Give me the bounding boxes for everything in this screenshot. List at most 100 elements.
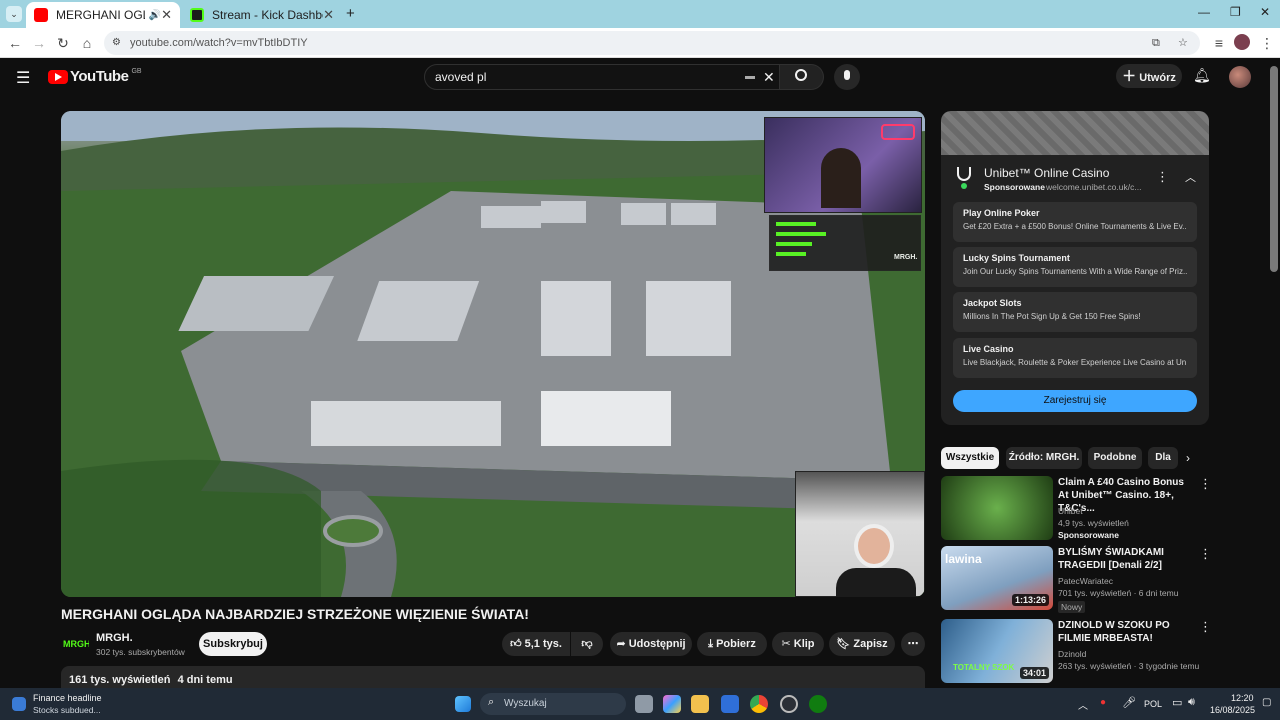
clock-time[interactable]: 12:20 xyxy=(1231,693,1254,703)
app-icon[interactable] xyxy=(780,695,798,713)
reload-icon[interactable]: ↻ xyxy=(54,34,72,52)
show-hidden-icons-chevron[interactable]: ︿ xyxy=(1078,697,1088,712)
taskbar-search-box[interactable]: ⌕ Wyszukaj xyxy=(480,693,626,715)
chip-for-you[interactable]: Dla xyxy=(1148,447,1178,469)
file-explorer-icon[interactable] xyxy=(691,695,709,713)
ad-cta-button[interactable]: Zarejestruj się xyxy=(953,390,1197,412)
chrome-icon[interactable] xyxy=(750,695,768,713)
chip-from-channel[interactable]: Źródło: MRGH. xyxy=(1006,447,1082,469)
clip-button[interactable]: ✂ Klip xyxy=(772,632,824,656)
minimize-button[interactable]: — xyxy=(1198,5,1210,19)
save-button[interactable]: 🔖︎ Zapisz xyxy=(829,632,895,656)
tab-kick[interactable]: Stream - Kick Dashboard ✕ xyxy=(182,2,342,28)
chips-next-chevron-icon[interactable]: › xyxy=(1186,451,1190,465)
speaker-icon: 🔊 xyxy=(148,9,162,21)
clear-search-icon[interactable]: ✕ xyxy=(763,65,775,89)
microphone-icon xyxy=(844,70,850,80)
sponsored-ad-panel[interactable]: Unibet™ Online Casino Sponsorowane welco… xyxy=(941,111,1209,425)
download-button[interactable]: ⤓ Pobierz xyxy=(697,632,767,656)
sponsored-badge: Sponsorowane xyxy=(1058,530,1119,540)
keyboard-icon[interactable]: ▬ xyxy=(745,65,755,89)
tab-strip: ⌄ MERGHANI OGLĄDA NAJBARDZ 🔊 ✕ Stream - … xyxy=(0,0,1280,28)
hamburger-menu-icon[interactable]: ☰ xyxy=(16,68,30,88)
close-tab-icon[interactable]: ✕ xyxy=(323,7,334,23)
media-controls-icon[interactable]: ≡ xyxy=(1210,34,1228,52)
widget-title[interactable]: Finance headline xyxy=(33,693,102,703)
back-arrow-icon[interactable]: ← xyxy=(6,34,24,52)
network-icon[interactable]: ▭ xyxy=(1172,696,1182,709)
channel-name[interactable]: MRGH. xyxy=(96,632,133,644)
recommendation-views: 701 tys. wyświetleń · 6 dni temu xyxy=(1058,588,1179,598)
neon-sign xyxy=(881,124,915,140)
notifications-icon[interactable]: ▢ xyxy=(1262,697,1271,708)
scissors-icon: ✂ xyxy=(781,638,791,650)
search-input[interactable]: avoved pl ▬ ✕ xyxy=(424,64,780,90)
tab-search-button[interactable]: ⌄ xyxy=(6,6,22,22)
video-thumbnail[interactable]: lawina 1:13:26 xyxy=(941,546,1053,610)
store-icon[interactable] xyxy=(721,695,739,713)
youtube-logo[interactable]: YouTube GB xyxy=(48,68,142,85)
voice-search-button[interactable] xyxy=(834,64,860,90)
search-button[interactable] xyxy=(780,64,824,90)
home-icon[interactable]: ⌂ xyxy=(78,34,96,52)
copilot-icon[interactable] xyxy=(663,695,681,713)
subscribe-button[interactable]: Subskrybuj xyxy=(199,632,267,656)
recommendation-item[interactable]: TOTALNY SZOK 34:01 DZINOLD W SZOKU PO FI… xyxy=(941,619,1212,683)
ad-sitelink[interactable]: Play Online Poker Get £20 Extra + a £500… xyxy=(953,202,1197,242)
microphone-tray-icon[interactable]: 🎤︎ xyxy=(1122,696,1136,709)
create-button[interactable]: ＋ Utwórz xyxy=(1116,64,1182,88)
forward-arrow-icon[interactable]: → xyxy=(30,34,48,52)
clock-date[interactable]: 16/08/2025 xyxy=(1210,705,1255,715)
video-player[interactable]: MRGH. xyxy=(61,111,925,597)
volume-icon[interactable]: 🔊︎ xyxy=(1188,696,1195,709)
ad-menu-icon[interactable]: ⋮ xyxy=(1156,169,1169,185)
close-tab-icon[interactable]: ✕ xyxy=(161,7,172,23)
item-menu-icon[interactable]: ⋮ xyxy=(1199,476,1212,492)
profile-avatar[interactable] xyxy=(1234,34,1250,50)
ad-sitelink[interactable]: Jackpot Slots Millions In The Pot Sign U… xyxy=(953,292,1197,332)
maximize-button[interactable]: ❐ xyxy=(1230,5,1241,19)
recommendation-title[interactable]: DZINOLD W SZOKU PO FILMIE MRBEASTA! xyxy=(1058,619,1188,645)
recommendation-title[interactable]: BYLIŚMY ŚWIADKAMI TRAGEDII [Denali 2/2] xyxy=(1058,546,1188,572)
collapse-chevron-icon[interactable]: ︿ xyxy=(1185,169,1196,185)
channel-avatar[interactable]: MRGH xyxy=(61,632,91,654)
install-icon[interactable]: ⧉ xyxy=(1152,31,1160,55)
site-info-icon[interactable]: ⚙ xyxy=(112,31,121,55)
thumbs-down-icon: 👎︎ xyxy=(581,638,593,650)
task-view-icon[interactable] xyxy=(635,695,653,713)
ad-sitelink[interactable]: Live Casino Live Blackjack, Roulette & P… xyxy=(953,338,1197,378)
item-menu-icon[interactable]: ⋮ xyxy=(1199,546,1212,562)
more-actions-button[interactable]: ⋯ xyxy=(901,632,925,656)
ad-sitelink[interactable]: Lucky Spins Tournament Join Our Lucky Sp… xyxy=(953,247,1197,287)
tab-youtube[interactable]: MERGHANI OGLĄDA NAJBARDZ 🔊 ✕ xyxy=(26,2,180,28)
language-indicator[interactable]: POL xyxy=(1144,699,1162,709)
dislike-button[interactable]: 👎︎ xyxy=(571,632,603,656)
xbox-icon[interactable] xyxy=(809,695,827,713)
chip-all[interactable]: Wszystkie xyxy=(941,447,999,469)
account-avatar[interactable] xyxy=(1229,66,1251,88)
item-menu-icon[interactable]: ⋮ xyxy=(1199,619,1212,635)
notifications-bell-icon[interactable]: 🔔︎ xyxy=(1193,67,1211,84)
menu-kebab-icon[interactable]: ⋮ xyxy=(1258,34,1276,52)
page-scrollbar[interactable] xyxy=(1270,66,1278,272)
description-box[interactable]: 161 tys. wyświetleń 4 dni temu xyxy=(61,666,925,688)
share-button[interactable]: ➦ Udostępnij xyxy=(610,632,692,656)
tray-app-icon[interactable]: ● xyxy=(1100,697,1106,708)
like-button[interactable]: 👍︎ 5,1 tys. xyxy=(502,632,570,656)
video-thumbnail[interactable]: TOTALNY SZOK 34:01 xyxy=(941,619,1053,683)
chip-related[interactable]: Podobne xyxy=(1088,447,1142,469)
recommendation-item[interactable]: Claim A £40 Casino Bonus At Unibet™ Casi… xyxy=(941,476,1212,540)
like-count: 5,1 tys. xyxy=(524,638,562,650)
svg-text:MRGH: MRGH xyxy=(63,639,89,649)
video-thumbnail[interactable] xyxy=(941,476,1053,540)
start-windows-icon[interactable] xyxy=(455,696,471,712)
advertiser-name[interactable]: Unibet™ Online Casino xyxy=(984,166,1109,180)
new-badge: Nowy xyxy=(1058,601,1086,613)
address-bar[interactable]: ⚙ youtube.com/watch?v=mvTbtIbDTIY ⧉ ☆ xyxy=(104,31,1200,55)
share-icon: ➦ xyxy=(616,638,626,650)
new-tab-button[interactable]: + xyxy=(346,5,355,22)
bookmark-star-icon[interactable]: ☆ xyxy=(1178,31,1188,55)
close-window-button[interactable]: ✕ xyxy=(1260,5,1270,19)
recommendation-item[interactable]: lawina 1:13:26 BYLIŚMY ŚWIADKAMI TRAGEDI… xyxy=(941,546,1212,613)
widgets-icon[interactable] xyxy=(12,697,26,711)
